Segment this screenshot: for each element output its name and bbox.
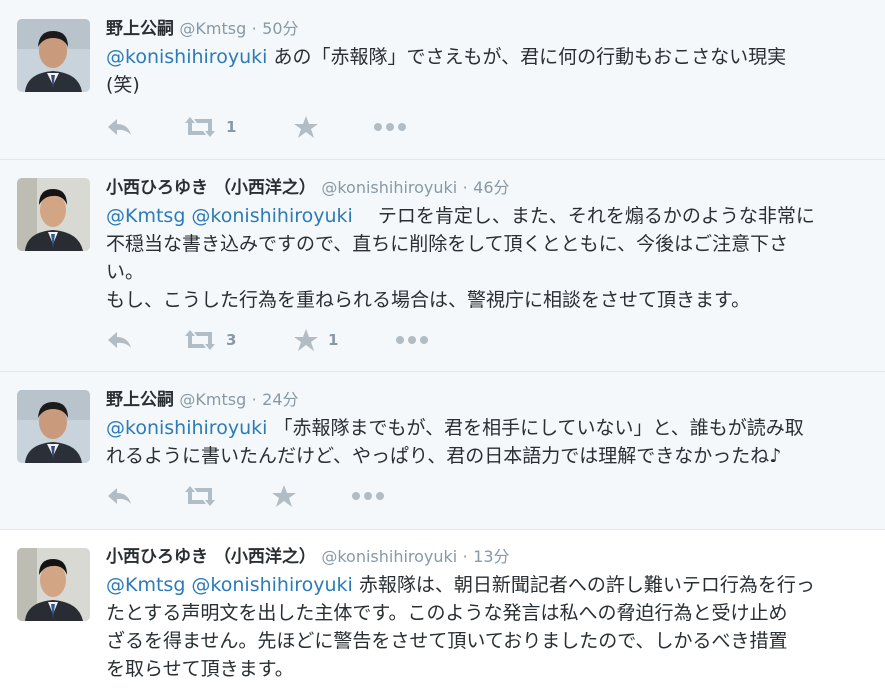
tweet-text: @konishihiroyuki 「赤報隊までもが、君を相手にしていない」と、誰… [106, 414, 866, 470]
reply-icon [108, 488, 131, 504]
separator-dot: · [462, 547, 468, 566]
tweet-text: @konishihiroyuki あの「赤報隊」でさえもが、君に何の行動もおこさ… [106, 43, 866, 99]
favorite-icon [272, 485, 296, 507]
tweet-text: @Kmtsg @konishihiroyuki テロを肯定し、また、それを煽るか… [106, 202, 866, 314]
tweet-text-line: い。 [106, 261, 145, 283]
more-icon [396, 336, 428, 344]
more-icon [352, 492, 384, 500]
tweet-text-line: れるように書いたんだけど、やっぱり、君の日本語力では理解できなかったね♪ [106, 445, 782, 467]
retweet-icon [185, 117, 215, 137]
retweet-button[interactable] [184, 484, 226, 508]
more-button[interactable] [352, 484, 384, 508]
tweet[interactable]: 野上公嗣 @Kmtsg · 50分 @konishihiroyuki あの「赤報… [0, 0, 885, 160]
favorite-button[interactable]: 1 [294, 328, 338, 352]
reply-icon [108, 332, 131, 348]
tweet[interactable]: 野上公嗣 @Kmtsg · 24分 @konishihiroyuki 「赤報隊ま… [0, 372, 885, 530]
timestamp[interactable]: 24分 [262, 390, 298, 409]
mention-link[interactable]: @konishihiroyuki [106, 417, 267, 439]
tweet-text-line: たとする声明文を出した主体です。このような発言は私への脅迫行為と受け止め [106, 602, 788, 624]
separator-dot: · [462, 178, 468, 197]
retweet-button[interactable]: 1 [184, 115, 236, 139]
display-name[interactable]: 野上公嗣 [106, 390, 174, 410]
tweet-text-line: ざるを得ません。先ほどに警告をさせて頂いておりましたので、しかるべき措置 [106, 630, 788, 652]
user-handle[interactable]: @Kmtsg [179, 390, 246, 409]
user-handle[interactable]: @Kmtsg [179, 19, 246, 38]
avatar[interactable] [17, 390, 90, 463]
tweet-text-line: もし、こうした行為を重ねられる場合は、警視庁に相談をさせて頂きます。 [106, 289, 751, 311]
tweet-text-line: (笑) [106, 74, 140, 96]
reply-button[interactable] [106, 484, 134, 508]
mention-link[interactable]: @Kmtsg @konishihiroyuki [106, 205, 353, 227]
display-name[interactable]: 野上公嗣 [106, 19, 174, 39]
avatar[interactable] [17, 178, 90, 251]
tweet-text-line: 「赤報隊までもが、君を相手にしていない」と、誰もが読み取 [267, 417, 804, 439]
display-name[interactable]: 小西ひろゆき （小西洋之） [106, 547, 316, 567]
timestamp[interactable]: 46分 [473, 178, 509, 197]
more-icon [374, 123, 406, 131]
retweet-icon [185, 486, 215, 506]
more-button[interactable] [396, 328, 428, 352]
tweet[interactable]: 小西ひろゆき （小西洋之） @konishihiroyuki · 46分 @Km… [0, 160, 885, 372]
timestamp[interactable]: 50分 [262, 19, 298, 38]
tweet-actions: 1 [106, 115, 466, 139]
tweet[interactable]: 小西ひろゆき （小西洋之） @konishihiroyuki · 13分 @Km… [0, 530, 885, 693]
favorite-icon [294, 116, 318, 138]
reply-icon [108, 119, 131, 135]
tweet-text-line: を取らせて頂きます。 [106, 658, 294, 680]
user-handle[interactable]: @konishihiroyuki [321, 547, 457, 566]
mention-link[interactable]: @konishihiroyuki [106, 46, 267, 68]
favorite-count: 1 [328, 331, 339, 349]
tweet-text-line: 不穏当な書き込みですので、直ちに削除をして頂くとともに、今後はご注意下さ [106, 233, 789, 255]
separator-dot: · [251, 19, 257, 38]
tweet-text-line: テロを肯定し、また、それを煽るかのような非常に [352, 205, 815, 227]
separator-dot: · [251, 390, 257, 409]
retweet-count: 1 [226, 118, 237, 136]
favorite-icon [294, 329, 318, 351]
display-name[interactable]: 小西ひろゆき （小西洋之） [106, 178, 316, 198]
mention-link[interactable]: @Kmtsg @konishihiroyuki [106, 574, 353, 596]
user-handle[interactable]: @konishihiroyuki [321, 178, 457, 197]
timestamp[interactable]: 13分 [473, 547, 509, 566]
reply-button[interactable] [106, 328, 134, 352]
tweet-text-line: 赤報隊は、朝日新聞記者への許し難いテロ行為を行っ [352, 574, 815, 596]
tweet-text-line: あの「赤報隊」でさえもが、君に何の行動もおこさない現実 [267, 46, 787, 68]
retweet-count: 3 [226, 331, 237, 349]
tweet-text: @Kmtsg @konishihiroyuki 赤報隊は、朝日新聞記者への許し難… [106, 571, 866, 683]
more-button[interactable] [374, 115, 406, 139]
favorite-button[interactable] [294, 115, 328, 139]
favorite-button[interactable] [272, 484, 306, 508]
retweet-icon [185, 330, 215, 350]
tweet-actions [106, 484, 466, 508]
retweet-button[interactable]: 3 [184, 328, 236, 352]
tweet-actions: 3 1 [106, 328, 466, 352]
avatar[interactable] [17, 19, 90, 92]
avatar[interactable] [17, 548, 90, 621]
reply-button[interactable] [106, 115, 134, 139]
